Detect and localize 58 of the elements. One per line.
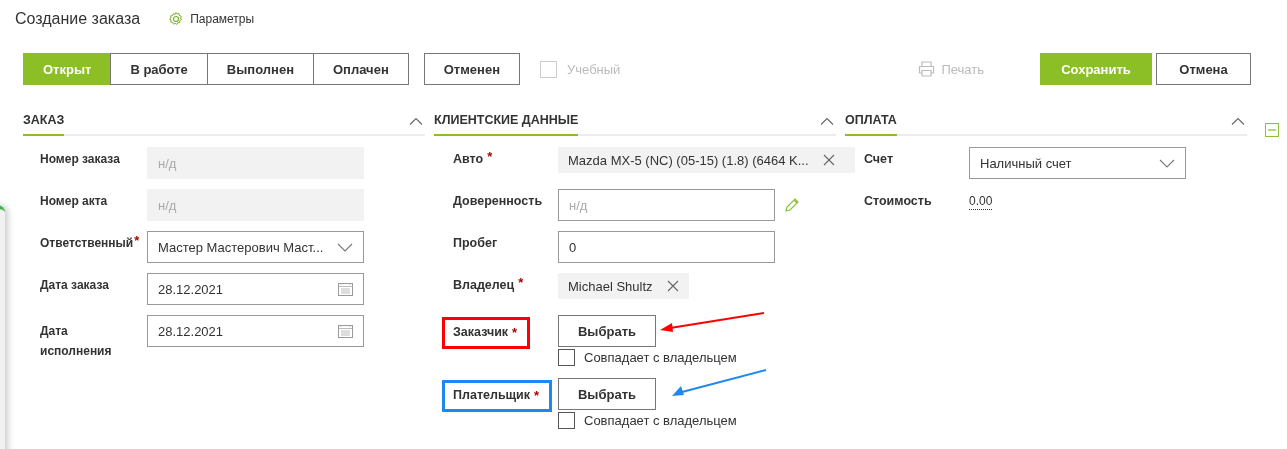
collapse-all-icon[interactable] [1265, 123, 1279, 137]
field-label: Пробег [453, 235, 498, 252]
pencil-icon[interactable] [784, 197, 800, 213]
close-icon[interactable] [666, 280, 679, 292]
field-label: Номер акта [40, 193, 108, 210]
date-field[interactable]: 28.12.2021 [147, 315, 364, 347]
field-label: Стоимость [864, 193, 932, 210]
settings-icon [168, 11, 185, 27]
chevron-down-icon[interactable] [337, 242, 353, 252]
field-label: Авто [453, 151, 484, 168]
required-mark: * [487, 148, 493, 166]
required-mark: * [534, 387, 540, 405]
field-label: Плательщик [453, 387, 531, 404]
section-title: КЛИЕНТСКИЕ ДАННЫЕ [434, 108, 579, 136]
collapse-icon[interactable] [820, 117, 834, 125]
checkbox-label: Совпадает с владельцем [584, 350, 737, 365]
cancel-button[interactable]: Отмена [1156, 53, 1251, 85]
required-mark: * [134, 232, 140, 250]
field-label: Счет [864, 151, 894, 168]
chevron-down-icon[interactable] [1159, 158, 1175, 168]
status-tab[interactable]: Выполнен [206, 53, 314, 85]
cost-value: 0.00 [969, 193, 993, 210]
status-tab[interactable]: Отменен [423, 53, 520, 85]
checkbox-label: Учебный [567, 61, 621, 77]
selected-tag: Mazda MX-5 (NC) (05-15) (1.8) (6464 K... [558, 147, 855, 173]
select-field[interactable]: Мастер Мастерович Маст... [147, 231, 364, 263]
section-title: ЗАКАЗ [23, 108, 65, 136]
input-field[interactable]: 0 [558, 231, 775, 263]
section-title: ОПЛАТА [845, 108, 897, 136]
same-as-owner-checkbox[interactable] [558, 412, 575, 429]
choose-button[interactable]: Выбрать [558, 315, 656, 347]
status-tab[interactable]: Оплачен [313, 53, 409, 85]
close-icon[interactable] [822, 154, 835, 166]
calendar-icon[interactable] [338, 282, 353, 296]
collapse-icon[interactable] [1231, 117, 1245, 125]
calendar-icon[interactable] [338, 324, 353, 338]
choose-button[interactable]: Выбрать [558, 378, 656, 410]
status-tab[interactable]: В работе [110, 53, 208, 85]
required-mark: * [518, 274, 524, 292]
field-label: Владелец [453, 277, 515, 294]
field-label: Дата заказа [40, 277, 109, 294]
field-label: Номер заказа [40, 151, 120, 168]
printer-icon [918, 61, 936, 77]
settings-link[interactable]: Параметры [168, 11, 255, 27]
field-label: Ответственный [40, 235, 134, 252]
checkbox-label: Совпадает с владельцем [584, 413, 737, 428]
field-label: Доверенность [453, 193, 543, 210]
page-title: Создание заказа [15, 10, 141, 28]
date-field[interactable]: 28.12.2021 [147, 273, 364, 305]
selected-tag: Michael Shultz [558, 273, 689, 299]
input-field: н/д [147, 147, 364, 179]
field-label: Заказчик [453, 324, 509, 341]
collapse-icon[interactable] [409, 117, 423, 125]
select-field[interactable]: Наличный счет [969, 147, 1186, 179]
field-label: Дата исполнения [40, 323, 113, 360]
required-mark: * [512, 324, 518, 342]
same-as-owner-checkbox[interactable] [558, 349, 575, 366]
input-field: н/д [147, 189, 364, 221]
